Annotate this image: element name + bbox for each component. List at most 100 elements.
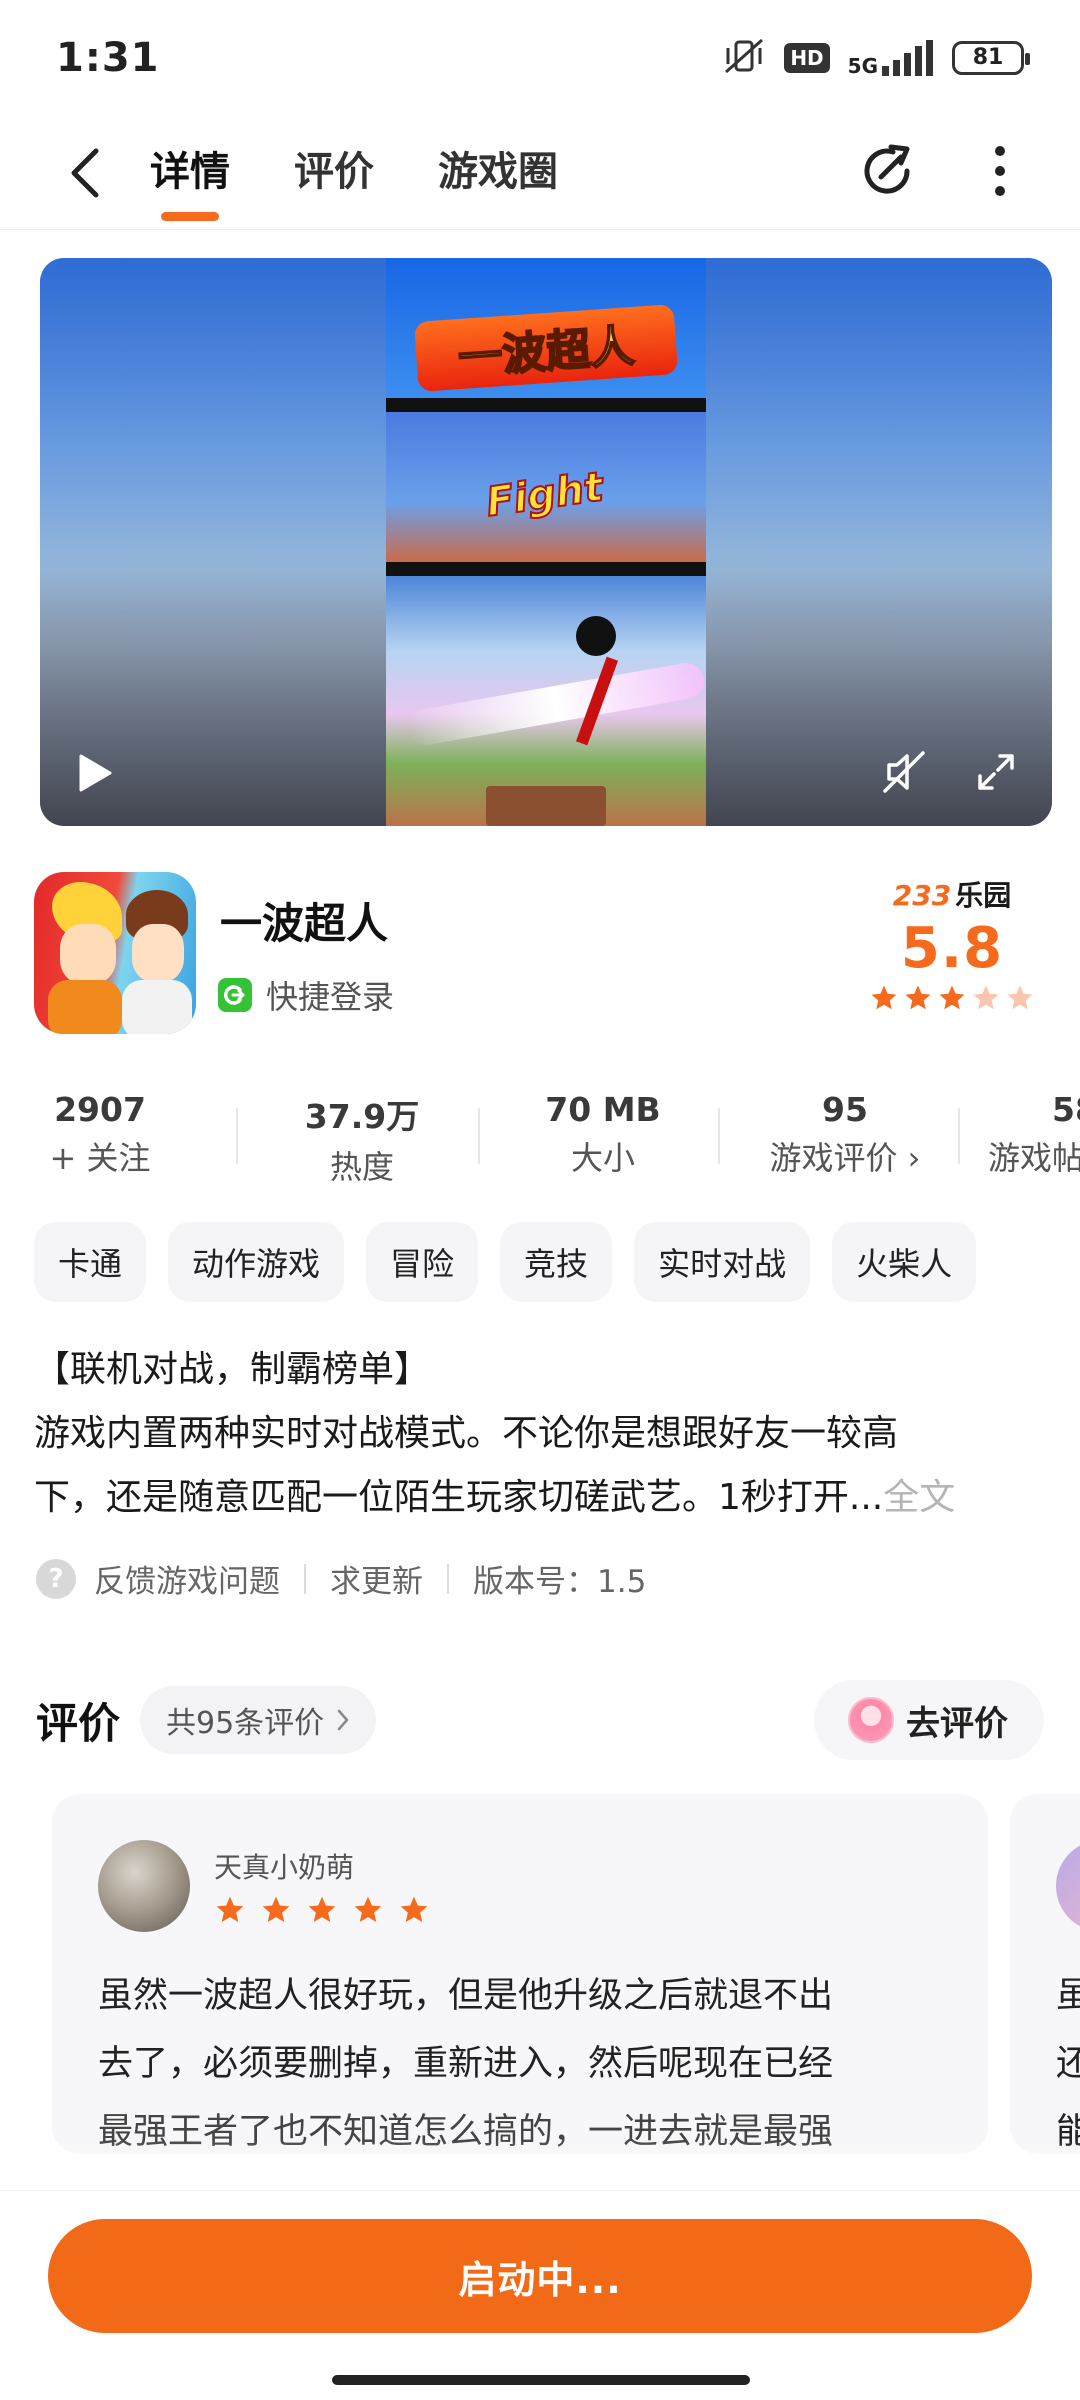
star-icon [871, 985, 897, 1010]
star-icon [973, 985, 999, 1010]
review-text-preview: 虽 还 能 [1056, 1962, 1080, 2154]
video-divider [386, 562, 706, 576]
rating-score: 5.8 [900, 916, 1004, 981]
meta-divider [304, 1563, 306, 1594]
stat-popularity-value: 37.9万 [304, 1097, 420, 1136]
star-icon [354, 1896, 382, 1922]
stat-popularity: 37.9万 热度 [262, 1090, 462, 1188]
home-indicator[interactable] [332, 2375, 750, 2385]
description-line: 下，还是随意匹配一位陌生玩家切磋武艺。1秒打开...全文 [34, 1466, 1044, 1530]
stat-follow[interactable]: 2907 + 关注 [0, 1090, 200, 1179]
review-card[interactable]: 天真小奶萌 虽然一波超人很好玩，但是他升级之后就退不出 去了，必须要删掉，重新进… [52, 1794, 988, 2154]
request-update-link[interactable]: 求更新 [330, 1556, 423, 1601]
more-vertical-icon [995, 146, 1005, 196]
feedback-link[interactable]: 反馈游戏问题 [94, 1556, 280, 1601]
share-button[interactable] [852, 133, 922, 209]
tag-chip[interactable]: 冒险 [366, 1222, 479, 1302]
read-more-link[interactable]: 全文 [883, 1477, 955, 1518]
review-text-line: 虽然一波超人很好玩，但是他升级之后就退不出 [98, 1976, 834, 2016]
tag-list: 卡通 动作游戏 冒险 竞技 实时对战 火柴人 [34, 1222, 977, 1304]
tab-game-circle[interactable]: 游戏圈 [438, 137, 558, 207]
star-icon [939, 985, 965, 1010]
app-icon-character-body [48, 980, 122, 1034]
quick-login-label: 快捷登录 [266, 978, 395, 1016]
game-video-player[interactable]: 一波超人 Fight [40, 258, 1052, 826]
play-button[interactable] [70, 748, 120, 798]
rating-stars [862, 983, 1042, 1013]
tab-reviews[interactable]: 评价 [294, 137, 374, 207]
star-icon [308, 1896, 336, 1922]
tag-chip[interactable]: 竞技 [500, 1222, 613, 1302]
share-icon [864, 144, 910, 194]
rating-source-number: 233 [892, 879, 952, 912]
reviews-heading: 评价 [36, 1699, 121, 1748]
stat-posts-value: 58 [1052, 1090, 1080, 1129]
stat-size: 70 MB 大小 [503, 1090, 703, 1179]
launch-button[interactable]: 启动中... [48, 2219, 1032, 2333]
fullscreen-icon [978, 754, 1014, 790]
review-count-label: 共95条评价 [166, 1706, 325, 1741]
stat-follow-label: + 关注 [49, 1139, 151, 1177]
back-button[interactable] [60, 143, 110, 203]
stat-divider [236, 1108, 238, 1164]
video-fight-scene: Fight [386, 412, 706, 562]
review-card-next[interactable]: 虽 还 能 [1010, 1794, 1080, 2154]
rating-source-text: 乐园 [955, 879, 1012, 912]
stat-posts[interactable]: 58 游戏帖 [966, 1090, 1080, 1179]
quick-login-icon [218, 978, 252, 1012]
hd-badge: HD [784, 42, 830, 73]
stat-reviews-value: 95 [822, 1090, 868, 1129]
review-text-line: 去了，必须要删掉，重新进入，然后呢现在已经 [98, 2044, 834, 2084]
stat-popularity-label: 热度 [329, 1148, 394, 1186]
star-icon [400, 1896, 428, 1922]
tag-chip[interactable]: 实时对战 [634, 1222, 811, 1302]
energy-beam [405, 660, 706, 748]
app-name: 一波超人 [220, 899, 389, 948]
help-icon: ? [36, 1558, 76, 1599]
star-icon [905, 985, 931, 1010]
tag-chip[interactable]: 动作游戏 [168, 1222, 345, 1302]
video-battle-scene [386, 576, 706, 826]
stat-reviews[interactable]: 95 游戏评价 › [745, 1090, 945, 1179]
video-divider [386, 398, 706, 412]
rating-source: 233 乐园 [862, 874, 1042, 914]
stat-follow-value: 2907 [54, 1090, 146, 1129]
video-blur-right [706, 258, 1052, 826]
quick-login-badge[interactable]: 快捷登录 [218, 972, 394, 1018]
tag-chip[interactable]: 火柴人 [832, 1222, 977, 1302]
video-blur-left [40, 258, 386, 826]
version-label: 版本号：1.5 [473, 1564, 647, 1600]
description-line: 游戏内置两种实时对战模式。不论你是想跟好友一较高 [34, 1413, 899, 1454]
reviewer-avatar [1056, 1840, 1080, 1932]
tag-chip[interactable]: 卡通 [34, 1222, 147, 1302]
play-icon [79, 754, 112, 792]
review-count-button[interactable]: 共95条评价 [140, 1686, 377, 1754]
status-icons: HD 5G 81 [722, 36, 1030, 80]
mute-button[interactable] [878, 746, 930, 798]
star-icon [216, 1896, 244, 1922]
fullscreen-button[interactable] [972, 748, 1020, 796]
reviewer-avatar[interactable] [98, 1840, 190, 1932]
star-icon [1007, 985, 1033, 1010]
battle-stage [486, 786, 606, 826]
app-icon-character-face [132, 924, 184, 982]
status-bar: 1:31 HD 5G 81 [0, 0, 1080, 115]
description-line-text: 下，还是随意匹配一位陌生玩家切磋武艺。1秒打开... [34, 1477, 884, 1518]
tab-details[interactable]: 详情 [150, 137, 230, 221]
app-icon-character-body [122, 980, 192, 1034]
game-description[interactable]: 【联机对战，制霸榜单】 游戏内置两种实时对战模式。不论你是想跟好友一较高 下，还… [34, 1338, 1044, 1530]
stat-size-label: 大小 [570, 1139, 635, 1177]
write-review-button[interactable]: 去评价 [814, 1680, 1044, 1760]
review-text-line: 还 [1056, 2044, 1080, 2084]
top-nav: 详情 评价 游戏圈 [0, 115, 1080, 230]
app-icon-character-face [60, 924, 116, 984]
stat-reviews-label: 游戏评价 › [769, 1139, 921, 1177]
stat-posts-label: 游戏帖 [988, 1139, 1080, 1177]
stat-divider [718, 1108, 720, 1164]
review-text: 虽然一波超人很好玩，但是他升级之后就退不出 去了，必须要删掉，重新进入，然后呢现… [98, 1962, 958, 2154]
battery-icon: 81 [952, 40, 1030, 75]
reviewer-name[interactable]: 天真小奶萌 [214, 1846, 354, 1886]
stat-divider [478, 1108, 480, 1164]
more-button[interactable] [968, 133, 1032, 209]
signal-icon: 5G [848, 39, 934, 76]
